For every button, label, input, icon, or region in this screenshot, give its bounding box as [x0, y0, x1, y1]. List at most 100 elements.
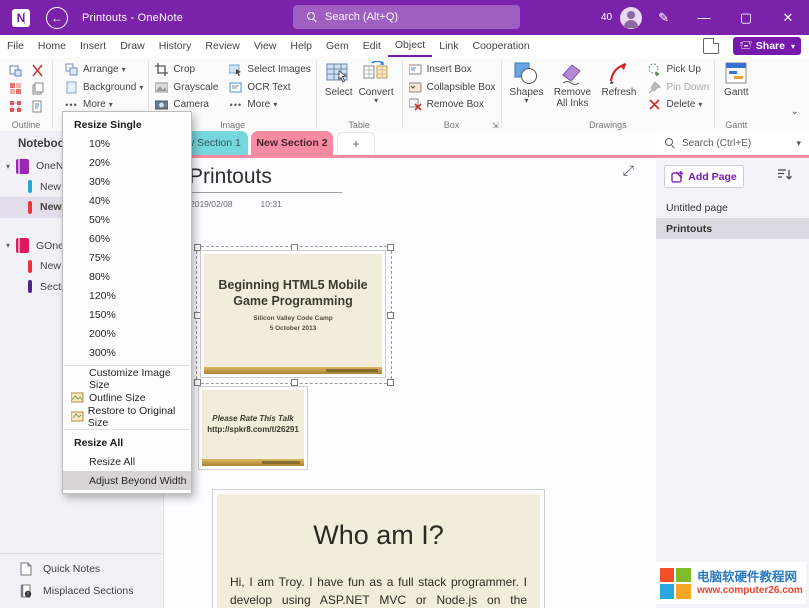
maximize-icon[interactable]: ▢: [725, 0, 767, 35]
dropdown-header-resize-all: Resize All: [63, 433, 191, 452]
menubar: File Home Insert Draw History Review Vie…: [0, 35, 809, 58]
section-bar-icon: [28, 260, 32, 273]
restore-original-size-item[interactable]: Restore to Original Size: [63, 407, 191, 426]
chevron-down-icon[interactable]: ▾: [0, 241, 16, 250]
page-item-printouts[interactable]: Printouts: [656, 218, 809, 239]
shapes-button[interactable]: Shapes ▾: [507, 60, 547, 105]
printout-slide-who-am-i[interactable]: Who am I? Hi, I am Troy. I have fun as a…: [212, 489, 545, 608]
resize-20[interactable]: 20%: [63, 153, 191, 172]
grayscale-button[interactable]: Grayscale: [154, 79, 218, 97]
background-button[interactable]: Background▾: [64, 79, 143, 97]
misplaced-sections-item[interactable]: ! Misplaced Sections: [0, 580, 163, 602]
user-avatar[interactable]: [620, 7, 642, 29]
pick-up-button[interactable]: Pick Up: [647, 61, 709, 79]
slide3-body: Hi, I am Troy. I have fun as a full stac…: [217, 551, 540, 608]
customize-image-size-item[interactable]: Customize Image Size: [63, 369, 191, 388]
chevron-down-icon[interactable]: ▾: [796, 138, 801, 149]
slide3-title: Who am I?: [217, 494, 540, 551]
close-icon[interactable]: ✕: [767, 0, 809, 35]
sort-descending-icon[interactable]: [777, 168, 792, 187]
gantt-button[interactable]: Gantt: [720, 60, 752, 99]
table-convert-button[interactable]: Convert ▾: [356, 60, 397, 105]
resize-200[interactable]: 200%: [63, 324, 191, 343]
menu-file[interactable]: File: [0, 35, 31, 57]
delete-button[interactable]: Delete▾: [647, 96, 709, 114]
slide2-footer-bar: [202, 459, 304, 466]
outline-tool-icon-5[interactable]: [7, 98, 23, 115]
add-section-tab[interactable]: +: [337, 132, 375, 155]
menu-cooperation[interactable]: Cooperation: [466, 35, 537, 57]
refresh-button[interactable]: Refresh: [598, 60, 639, 99]
more-dots-icon: •••: [64, 100, 79, 110]
resize-50[interactable]: 50%: [63, 210, 191, 229]
collapsible-box-icon: [408, 81, 423, 94]
grayscale-icon: [154, 81, 169, 94]
window-page-icon[interactable]: [703, 38, 719, 54]
outline-tool-icon-2[interactable]: [29, 62, 45, 79]
pages-search-input[interactable]: Search (Ctrl+E) ▾: [656, 131, 809, 158]
outline-tool-icon-4[interactable]: [29, 80, 45, 97]
quick-notes-page-icon: [20, 562, 34, 576]
watermark-site-name: 电脑软硬件教程网: [697, 570, 803, 585]
back-arrow-icon[interactable]: ←: [46, 7, 68, 29]
printout-slide-title[interactable]: Beginning HTML5 Mobile Game Programming …: [200, 250, 386, 378]
menu-gem[interactable]: Gem: [319, 35, 356, 57]
resize-80[interactable]: 80%: [63, 267, 191, 286]
crop-button[interactable]: Crop: [154, 61, 218, 79]
collapsible-box-button[interactable]: Collapsible Box: [408, 79, 496, 97]
resize-60[interactable]: 60%: [63, 229, 191, 248]
windows-logo-icon: [660, 568, 691, 599]
menu-review[interactable]: Review: [198, 35, 246, 57]
chevron-down-icon[interactable]: ▾: [0, 162, 16, 171]
resize-all-item[interactable]: Resize All: [63, 452, 191, 471]
collapse-ribbon-icon[interactable]: ⌄: [791, 106, 799, 117]
outline-tool-icon-1[interactable]: [7, 62, 23, 79]
add-page-button[interactable]: Add Page: [664, 165, 744, 188]
menu-home[interactable]: Home: [31, 35, 73, 57]
shapes-icon: [513, 61, 539, 87]
adjust-beyond-width-item[interactable]: Adjust Beyond Width: [63, 471, 191, 490]
global-search-input[interactable]: Search (Alt+Q): [293, 5, 520, 29]
quick-notes-item[interactable]: Quick Notes: [0, 558, 163, 580]
menu-link[interactable]: Link: [432, 35, 465, 57]
resize-10[interactable]: 10%: [63, 134, 191, 153]
page-title[interactable]: Printouts: [188, 165, 342, 193]
remove-box-button[interactable]: Remove Box: [408, 96, 496, 114]
resize-300[interactable]: 300%: [63, 343, 191, 362]
menu-edit[interactable]: Edit: [356, 35, 388, 57]
resize-150[interactable]: 150%: [63, 305, 191, 324]
menu-insert[interactable]: Insert: [73, 35, 113, 57]
more-dots-icon: •••: [228, 100, 243, 110]
table-select-button[interactable]: Select: [322, 60, 356, 99]
outline-tool-icon-6[interactable]: [29, 98, 45, 115]
outline-tool-icon-3[interactable]: [7, 80, 23, 97]
expand-arrows-icon[interactable]: ⤢: [623, 162, 634, 179]
search-icon: [665, 138, 675, 148]
ink-pen-icon[interactable]: ✎: [658, 10, 669, 26]
box-dialog-launcher-icon[interactable]: ⇲: [492, 121, 499, 130]
page-item-untitled[interactable]: Untitled page: [656, 197, 809, 218]
remove-all-inks-button[interactable]: Remove All Inks: [546, 60, 598, 110]
menu-history[interactable]: History: [152, 35, 199, 57]
resize-30[interactable]: 30%: [63, 172, 191, 191]
menu-help[interactable]: Help: [283, 35, 319, 57]
resize-75[interactable]: 75%: [63, 248, 191, 267]
insert-box-button[interactable]: Insert Box: [408, 61, 496, 79]
select-images-button[interactable]: Select Images: [228, 61, 310, 79]
share-button[interactable]: 🖅 Share ▾: [733, 37, 801, 55]
menu-draw[interactable]: Draw: [113, 35, 152, 57]
tab-new-section-2[interactable]: New Section 2: [251, 131, 333, 155]
notebook-icon: [16, 159, 29, 174]
resize-40[interactable]: 40%: [63, 191, 191, 210]
crop-icon: [154, 63, 169, 76]
arrange-button[interactable]: Arrange▾: [64, 61, 143, 79]
minimize-icon[interactable]: —: [683, 0, 725, 35]
menu-object[interactable]: Object: [388, 35, 432, 57]
section-bar-icon: [28, 201, 32, 214]
ocr-text-button[interactable]: OCR Text: [228, 79, 310, 97]
resize-120[interactable]: 120%: [63, 286, 191, 305]
menu-view[interactable]: View: [247, 35, 284, 57]
eraser-icon: [559, 61, 585, 87]
more-image-button[interactable]: ••• More▾: [228, 96, 310, 114]
printout-slide-rate[interactable]: Please Rate This Talk http://spkr8.com/t…: [198, 386, 308, 470]
